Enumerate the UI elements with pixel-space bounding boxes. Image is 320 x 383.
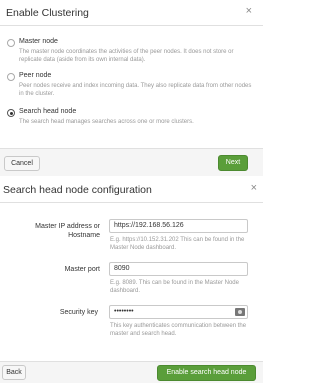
master-ip-label: Master IP address or Hostname [35, 223, 100, 239]
master-ip-help: E.g. https://10.152.31.202 This can be f… [110, 237, 245, 251]
search-head-config-dialog: Search head node configuration × Master … [0, 177, 263, 383]
radio-label: Search head node [19, 108, 77, 115]
dialog-header: Enable Clustering × [0, 0, 263, 26]
dialog-footer: Back Enable search head node [0, 361, 263, 383]
radio-option-peer-node[interactable]: Peer node Peer nodes receive and index i… [7, 72, 253, 102]
cancel-button[interactable]: Cancel [4, 156, 40, 171]
radio-button[interactable] [7, 39, 15, 47]
radio-description: The master node coordinates the activiti… [19, 49, 234, 63]
master-port-help: E.g. 8089. This can be found in the Mast… [110, 280, 239, 294]
close-icon[interactable]: × [251, 183, 257, 194]
back-button[interactable]: Back [2, 365, 26, 380]
radio-description: The search head manages searches across … [19, 119, 194, 125]
security-key-value: •••••••• [114, 308, 134, 315]
radio-label: Master node [19, 38, 58, 45]
radio-description: Peer nodes receive and index incoming da… [19, 83, 252, 97]
security-key-help: This key authenticates communication bet… [110, 323, 247, 337]
enable-clustering-dialog: Enable Clustering × Master node The mast… [0, 0, 263, 176]
master-port-input[interactable]: 8090 [109, 262, 248, 276]
radio-button[interactable] [7, 73, 15, 81]
radio-option-master-node[interactable]: Master node The master node coordinates … [7, 38, 253, 68]
radio-option-search-head-node[interactable]: Search head node The search head manages… [7, 108, 253, 132]
dialog-title: Enable Clustering [6, 7, 89, 19]
enable-search-head-node-button[interactable]: Enable search head node [157, 365, 256, 381]
security-key-label: Security key [59, 309, 98, 316]
master-port-label: Master port [64, 266, 100, 273]
radio-label: Peer node [19, 72, 52, 79]
next-button[interactable]: Next [218, 155, 248, 171]
radio-button-selected[interactable] [7, 109, 15, 117]
dialog-footer: Cancel Next [0, 148, 263, 176]
dialog-header: Search head node configuration × [0, 177, 263, 203]
master-ip-input[interactable]: https://192.168.56.126 [109, 219, 248, 233]
security-key-input[interactable]: •••••••• [109, 305, 248, 319]
dialog-title: Search head node configuration [3, 184, 152, 196]
close-icon[interactable]: × [246, 6, 252, 17]
show-password-icon[interactable] [235, 308, 245, 316]
